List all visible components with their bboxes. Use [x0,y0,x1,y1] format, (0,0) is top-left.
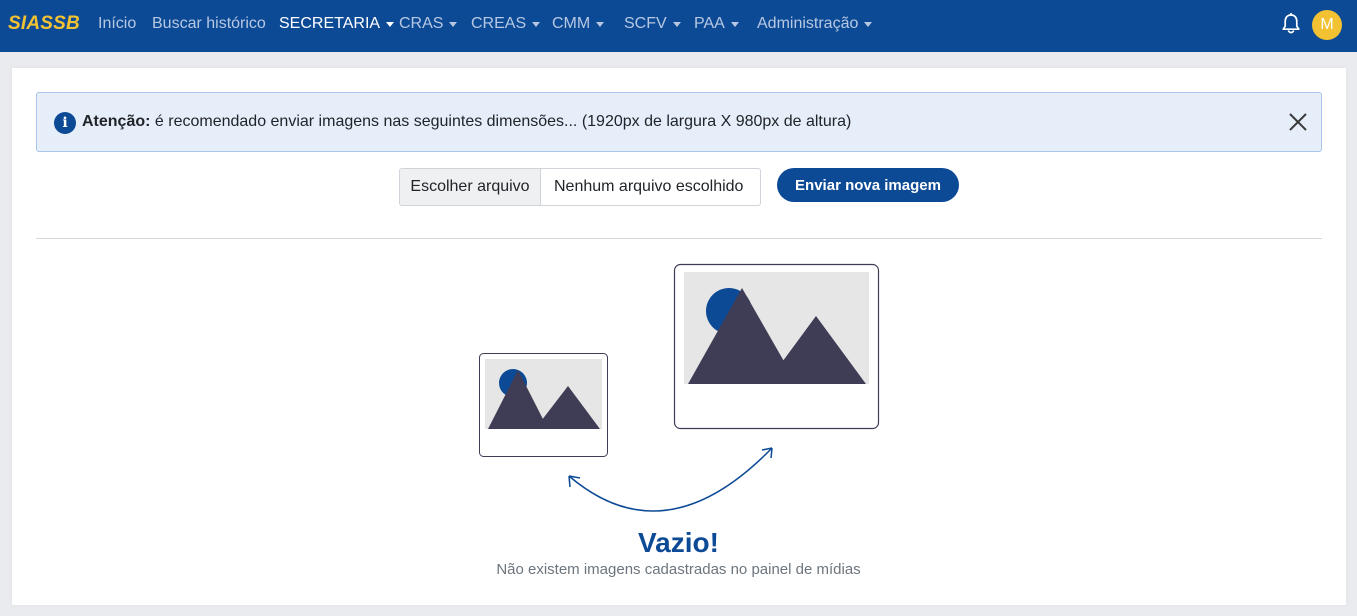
nav-item-cras[interactable]: CRAS [399,15,458,33]
caret-down-icon [596,22,605,27]
nav-item-label: CREAS [471,15,527,32]
file-input[interactable]: Escolher arquivo Nenhum arquivo escolhid… [399,168,761,206]
caret-down-icon [532,22,541,27]
nav-item-administracao[interactable]: Administração [757,15,873,33]
nav-item-label: Início [98,15,137,32]
nav-item-scfv[interactable]: SCFV [624,15,681,33]
top-navbar: SIASSB Início Buscar histórico SECRETARI… [0,0,1357,52]
brand-logo[interactable]: SIASSB [8,13,80,35]
user-avatar[interactable]: M [1312,10,1342,40]
alert-strong-label: Atenção: [82,113,151,130]
nav-item-buscar-historico[interactable]: Buscar histórico [152,15,266,33]
nav-item-creas[interactable]: CREAS [471,15,541,33]
nav-item-label: CRAS [399,15,444,32]
section-divider [36,238,1322,239]
caret-down-icon [672,22,681,27]
alert-body: é recomendado enviar imagens nas seguint… [150,113,852,130]
choose-file-button[interactable]: Escolher arquivo [400,169,541,205]
empty-state-subtitle: Não existem imagens cadastradas no paine… [496,561,861,578]
empty-state-title: Vazio! [638,527,719,558]
info-icon: i [54,112,76,134]
nav-item-label: PAA [694,15,725,32]
send-image-button[interactable]: Enviar nova imagem [777,168,959,202]
nav-item-label: CMM [552,15,591,32]
small-image-frame-icon [479,353,608,457]
nav-item-label: Buscar histórico [152,15,266,32]
close-icon[interactable] [1287,111,1309,133]
info-alert: i Atenção: é recomendado enviar imagens … [36,92,1322,152]
file-name-display: Nenhum arquivo escolhido [554,178,744,195]
nav-item-inicio[interactable]: Início [98,15,136,33]
nav-item-label: SCFV [624,15,667,32]
empty-gallery-illustration [479,263,880,512]
swap-arrow-icon [568,447,773,512]
caret-down-icon [449,22,458,27]
bell-icon[interactable] [1281,13,1301,35]
large-image-frame-icon [673,263,880,430]
nav-item-cmm[interactable]: CMM [552,15,605,33]
nav-item-secretaria[interactable]: SECRETARIA [279,15,395,33]
nav-item-paa[interactable]: PAA [694,15,739,33]
alert-message: Atenção: é recomendado enviar imagens na… [82,113,851,131]
nav-item-label: Administração [757,15,859,32]
caret-down-icon [386,22,395,27]
caret-down-icon [864,22,873,27]
caret-down-icon [730,22,739,27]
nav-item-label: SECRETARIA [279,15,381,32]
